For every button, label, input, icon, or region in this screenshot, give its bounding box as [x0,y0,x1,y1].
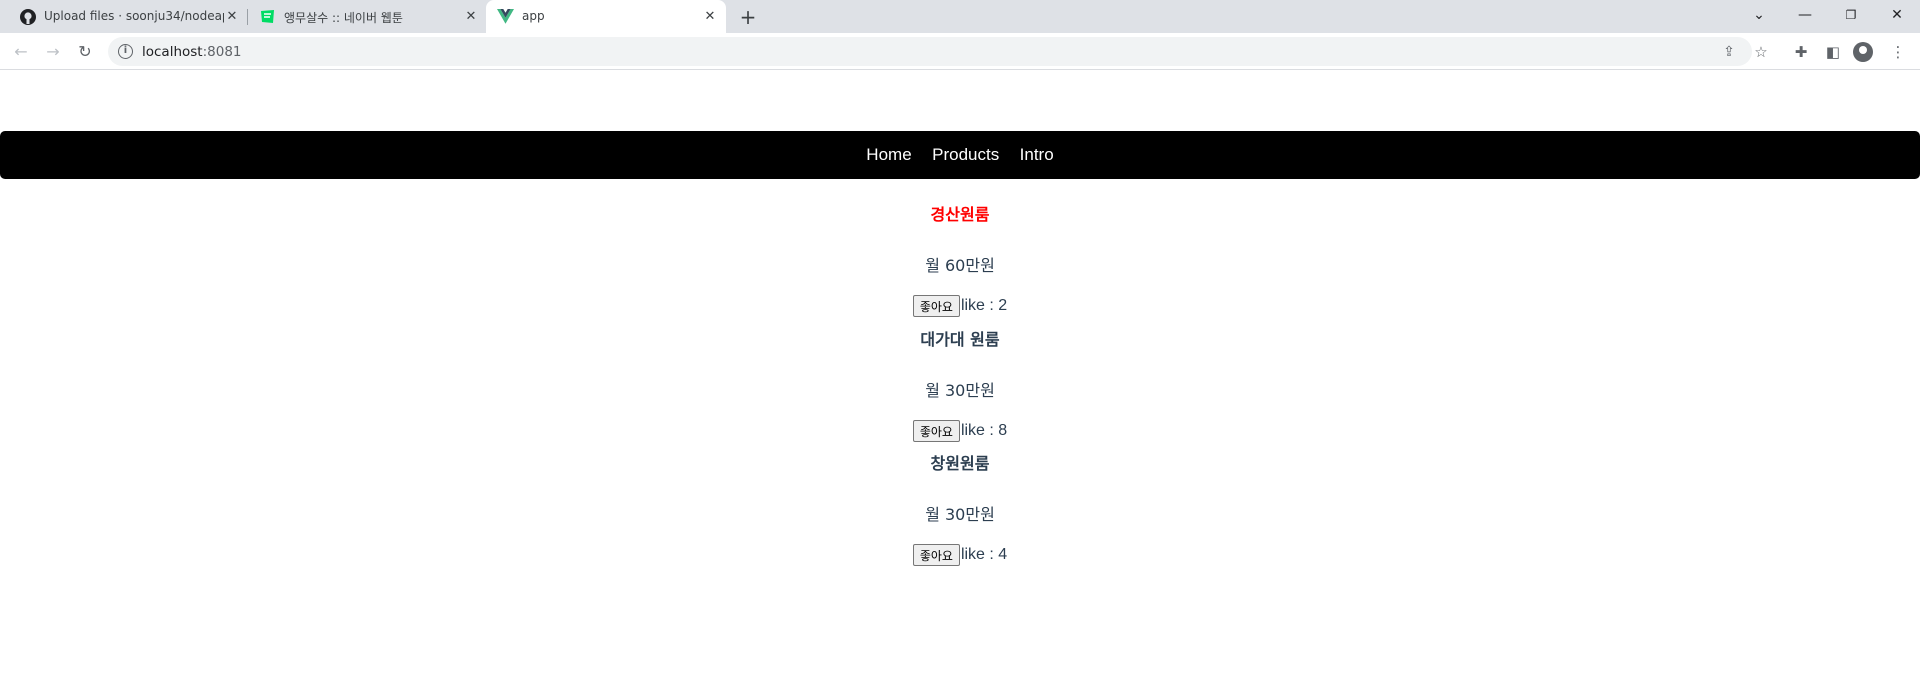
top-menu: Home Products Intro [0,131,1920,179]
minimize-icon[interactable]: — [1793,2,1817,28]
like-count: like : 4 [960,546,1008,563]
product-title: 경산원룸 [930,205,990,224]
url-port: :8081 [202,44,242,60]
naver-webtoon-icon [259,8,276,25]
like-button[interactable]: 좋아요 [912,295,960,317]
product-card: 창원원룸 월 30만원 좋아요 like : 4 [0,450,1920,566]
like-row: 좋아요 like : 2 [0,295,1920,317]
back-icon[interactable]: ← [9,40,33,64]
tab-title: 앵무살수 :: 네이버 웹툰 [284,11,403,25]
window-close-icon[interactable]: ✕ [1885,2,1909,28]
reload-icon[interactable]: ↻ [73,40,97,64]
like-button[interactable]: 좋아요 [912,544,960,566]
more-menu-icon[interactable]: ⋮ [1887,41,1909,63]
product-card: 경산원룸 월 60만원 좋아요 like : 2 [0,201,1920,317]
tab-strip: Upload files · soonju34/nodeapp ✕ 앵무살수 :… [0,0,1920,33]
restore-icon[interactable]: ❐ [1839,2,1863,28]
url-host: localhost [142,44,203,60]
vue-icon [497,8,514,25]
like-row: 좋아요 like : 8 [0,420,1920,442]
extensions-icon[interactable]: ✚ [1790,41,1812,63]
side-panel-icon[interactable]: ◧ [1822,41,1844,63]
product-price: 월 30만원 [925,505,995,524]
close-icon[interactable]: ✕ [463,9,479,25]
share-icon[interactable]: ⇪ [1720,43,1738,61]
tab-github[interactable]: Upload files · soonju34/nodeapp ✕ [0,0,246,33]
like-row: 좋아요 like : 4 [0,544,1920,566]
close-icon[interactable]: ✕ [224,9,240,25]
tab-app[interactable]: app ✕ [486,0,726,33]
tab-naver-webtoon[interactable]: 앵무살수 :: 네이버 웹툰 ✕ [240,0,486,33]
like-count: like : 8 [960,422,1008,439]
tab-title: app [522,9,545,23]
bookmark-star-icon[interactable]: ☆ [1750,41,1772,63]
site-info-icon[interactable]: i [118,44,133,59]
product-price: 월 30만원 [925,381,995,400]
tab-title: Upload files · soonju34/nodeapp [44,9,224,23]
like-count: like : 2 [960,297,1008,314]
menu-item-home[interactable]: Home [866,145,911,165]
profile-avatar[interactable] [1853,42,1873,62]
menu-item-intro[interactable]: Intro [1020,145,1054,165]
product-title: 대가대 원룸 [920,330,1000,349]
product-title: 창원원룸 [930,454,990,473]
product-price: 월 60만원 [925,256,995,275]
menu-item-products[interactable]: Products [932,145,999,165]
url-text[interactable]: localhost:8081 [142,44,242,60]
github-icon [19,8,36,25]
address-bar[interactable]: i localhost:8081 ⇪ [108,37,1752,66]
close-icon[interactable]: ✕ [702,9,718,25]
new-tab-button[interactable]: + [737,6,759,28]
browser-toolbar: ← → ↻ i localhost:8081 ⇪ ☆ ✚ ◧ ⋮ [0,33,1920,70]
tab-search-icon[interactable]: ⌄ [1747,2,1771,28]
like-button[interactable]: 좋아요 [912,420,960,442]
product-card: 대가대 원룸 월 30만원 좋아요 like : 8 [0,326,1920,442]
page-viewport: Home Products Intro 경산원룸 월 60만원 좋아요 like… [0,71,1920,674]
forward-icon[interactable]: → [41,40,65,64]
